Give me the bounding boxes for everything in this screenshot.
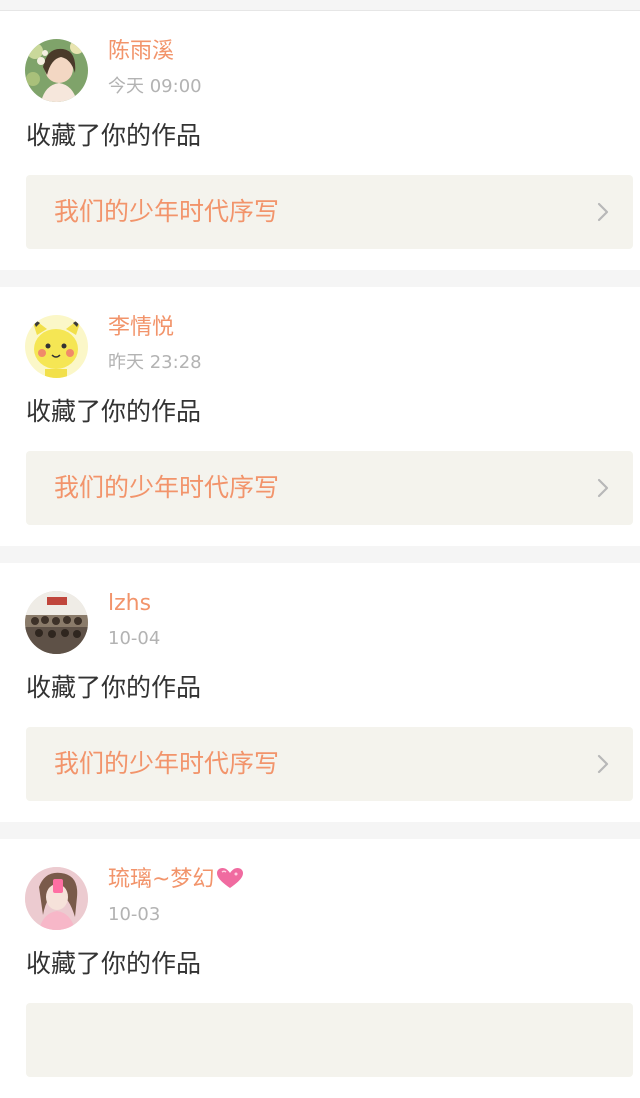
work-link[interactable]	[26, 1003, 633, 1077]
notification-card: 琉璃~梦幻 10-03 收藏了你的作品	[0, 839, 640, 1098]
username[interactable]: 李情悦	[108, 313, 174, 343]
timestamp: 今天 09:00	[108, 76, 202, 97]
avatar[interactable]	[25, 867, 88, 930]
work-link[interactable]: 我们的少年时代序写	[26, 451, 633, 525]
username[interactable]: 陈雨溪	[108, 37, 174, 67]
action-text: 收藏了你的作品	[26, 121, 202, 150]
notification-list: 陈雨溪 今天 09:00 收藏了你的作品 我们的少年时代序写 李情悦 昨天 23…	[0, 11, 640, 1098]
chevron-right-icon	[597, 478, 609, 498]
timestamp: 10-04	[108, 628, 161, 649]
top-divider	[0, 0, 640, 11]
work-title: 我们的少年时代序写	[54, 749, 280, 778]
username[interactable]: lzhs	[108, 589, 151, 619]
chevron-right-icon	[597, 754, 609, 774]
avatar[interactable]	[25, 315, 88, 378]
chevron-right-icon	[597, 202, 609, 222]
avatar[interactable]	[25, 39, 88, 102]
notification-card: 陈雨溪 今天 09:00 收藏了你的作品 我们的少年时代序写	[0, 11, 640, 270]
username-text: 琉璃~梦幻	[108, 867, 215, 892]
work-title: 我们的少年时代序写	[54, 473, 280, 502]
timestamp: 昨天 23:28	[108, 352, 202, 373]
work-title: 我们的少年时代序写	[54, 197, 280, 226]
action-text: 收藏了你的作品	[26, 397, 202, 426]
group-photo-avatar-icon	[25, 591, 88, 654]
girl-pink-avatar-icon	[25, 867, 88, 930]
heart-icon	[217, 868, 244, 888]
notification-card: lzhs 10-04 收藏了你的作品 我们的少年时代序写	[0, 563, 640, 822]
avatar[interactable]	[25, 591, 88, 654]
notification-card: 李情悦 昨天 23:28 收藏了你的作品 我们的少年时代序写	[0, 287, 640, 546]
work-link[interactable]: 我们的少年时代序写	[26, 727, 633, 801]
timestamp: 10-03	[108, 904, 161, 925]
cartoon-pikachu-avatar-icon	[25, 315, 88, 378]
action-text: 收藏了你的作品	[26, 949, 202, 978]
username[interactable]: 琉璃~梦幻	[108, 865, 244, 895]
work-link[interactable]: 我们的少年时代序写	[26, 175, 633, 249]
woman-flowers-avatar-icon	[25, 39, 88, 102]
action-text: 收藏了你的作品	[26, 673, 202, 702]
